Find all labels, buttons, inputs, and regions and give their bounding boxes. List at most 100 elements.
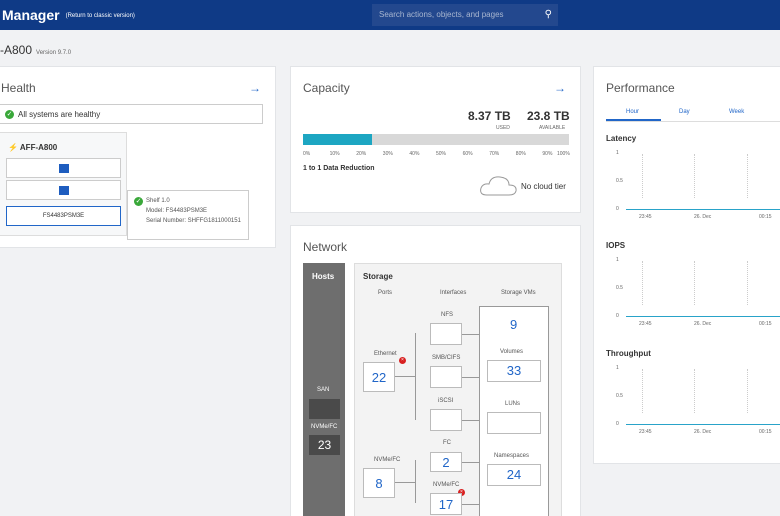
y-tick-label: 1 [616, 365, 619, 371]
y-tick-label: 0.5 [616, 393, 623, 399]
x-tick-label: 26. Dec [694, 321, 712, 327]
san-box[interactable] [309, 399, 340, 419]
capacity-tick: 40% [409, 151, 420, 157]
ethernet-label: Ethernet [374, 351, 397, 357]
capacity-tick: 100% [557, 151, 570, 157]
grid-line [642, 154, 643, 198]
x-tick-label: 26. Dec [694, 429, 712, 435]
capacity-tick: 0% [303, 151, 311, 157]
y-tick-label: 0 [616, 206, 619, 212]
connector [395, 376, 415, 377]
connector [415, 333, 416, 420]
device-name: ⚡ AFF-A800 [8, 143, 58, 152]
grid-line [642, 369, 643, 413]
storage-vms-panel: 9 Volumes 33 LUNs Namespaces 24 [479, 306, 549, 516]
available-value: 23.8 TB [527, 109, 570, 123]
x-tick-label: 26. Dec [694, 214, 712, 220]
smb-interface[interactable] [430, 366, 462, 388]
connector [395, 482, 415, 483]
luns-count[interactable] [487, 412, 541, 434]
chart-title: Latency [606, 134, 637, 143]
nvmefc-ports[interactable]: 8 [363, 468, 395, 498]
y-tick-label: 0 [616, 421, 619, 427]
shelf-tooltip: ✓ Shelf 1.0 Model: FS4483PSM3E Serial Nu… [127, 190, 249, 240]
bolt-icon: ⚡ [8, 143, 18, 152]
controller-icon [59, 164, 69, 173]
performance-title: Performance [606, 81, 675, 95]
nvmefc-interface[interactable]: 17 [430, 493, 462, 515]
namespaces-count[interactable]: 24 [487, 464, 541, 486]
tab-hour[interactable]: Hour [626, 109, 639, 115]
capacity-arrow-icon[interactable]: → [554, 81, 566, 95]
nvme-fc-host-value[interactable]: 23 [309, 435, 340, 455]
smb-label: SMB/CIFS [432, 355, 461, 361]
tooltip-serial: Serial Number: SHFFG1811000151 [146, 218, 241, 224]
y-tick-label: 1 [616, 257, 619, 263]
capacity-tick: 60% [462, 151, 473, 157]
capacity-bar [303, 134, 569, 145]
grid-line [694, 261, 695, 305]
connector [462, 420, 479, 421]
shelf-slot[interactable]: FS4483PSM3E [6, 206, 121, 226]
storage-vms-header: Storage VMs [501, 290, 536, 296]
available-label: AVAILABLE [539, 125, 566, 131]
grid-line [747, 154, 748, 198]
chart-series-line [626, 209, 780, 210]
volumes-label: Volumes [500, 349, 524, 355]
san-label: SAN [317, 387, 330, 393]
connector [462, 462, 479, 463]
grid-line [694, 369, 695, 413]
top-bar: Manager (Return to classic version) Searc… [0, 0, 780, 30]
ethernet-ports[interactable]: 22 [363, 362, 395, 392]
network-card: Network Hosts SAN NVMe/FC 23 Storage Por… [290, 225, 581, 516]
x-tick-label: 23:45 [639, 429, 652, 435]
grid-line [747, 261, 748, 305]
capacity-tick: 80% [515, 151, 526, 157]
x-tick-label: 00:15 [759, 321, 772, 327]
search-input[interactable]: Search actions, objects, and pages ⚲ [372, 4, 558, 26]
connector [415, 460, 416, 503]
tab-week[interactable]: Week [729, 109, 744, 115]
check-icon: ✓ [134, 197, 143, 206]
x-tick-label: 00:15 [759, 429, 772, 435]
svm-count[interactable]: 9 [510, 317, 517, 332]
iscsi-label: iSCSI [438, 398, 454, 404]
health-arrow-icon[interactable]: → [249, 81, 261, 95]
nvme-fc-host-label: NVMe/FC [311, 424, 338, 430]
namespaces-label: Namespaces [494, 453, 530, 459]
health-status-text: All systems are healthy [18, 110, 101, 119]
grid-line [694, 154, 695, 198]
capacity-tick: 30% [382, 151, 393, 157]
classic-version-link[interactable]: (Return to classic version) [66, 13, 135, 19]
search-icon[interactable]: ⚲ [545, 9, 552, 20]
y-tick-label: 0.5 [616, 285, 623, 291]
ports-header: Ports [378, 290, 393, 296]
tooltip-model: Model: FS4483PSM3E [146, 208, 208, 214]
error-icon: × [399, 357, 406, 364]
tooltip-title: Shelf 1.0 [146, 198, 170, 204]
controller-icon [59, 186, 69, 195]
controller-slot-2[interactable] [6, 180, 121, 200]
nfs-interface[interactable] [430, 323, 462, 345]
connector [462, 334, 479, 335]
capacity-title: Capacity [303, 81, 350, 95]
fc-interface[interactable]: 2 [430, 452, 462, 472]
x-tick-label: 23:45 [639, 321, 652, 327]
interfaces-header: Interfaces [440, 290, 467, 296]
capacity-tick: 20% [356, 151, 367, 157]
volumes-count[interactable]: 33 [487, 360, 541, 382]
capacity-tick: 70% [489, 151, 500, 157]
chart-series-line [626, 316, 780, 317]
nvmefc-if-label: NVMe/FC [433, 482, 460, 488]
check-icon: ✓ [5, 110, 14, 119]
controller-slot-1[interactable] [6, 158, 121, 178]
cluster-version: Version 9.7.0 [36, 50, 72, 56]
hosts-column: Hosts SAN NVMe/FC 23 [303, 263, 345, 516]
used-value: 8.37 TB [468, 109, 511, 123]
device-panel: ⚡ AFF-A800 FS4483PSM3E [0, 132, 127, 236]
iscsi-interface[interactable] [430, 409, 462, 431]
health-status: ✓ All systems are healthy [0, 104, 263, 124]
tab-day[interactable]: Day [679, 109, 690, 115]
nfs-label: NFS [441, 312, 453, 318]
x-tick-label: 00:15 [759, 214, 772, 220]
